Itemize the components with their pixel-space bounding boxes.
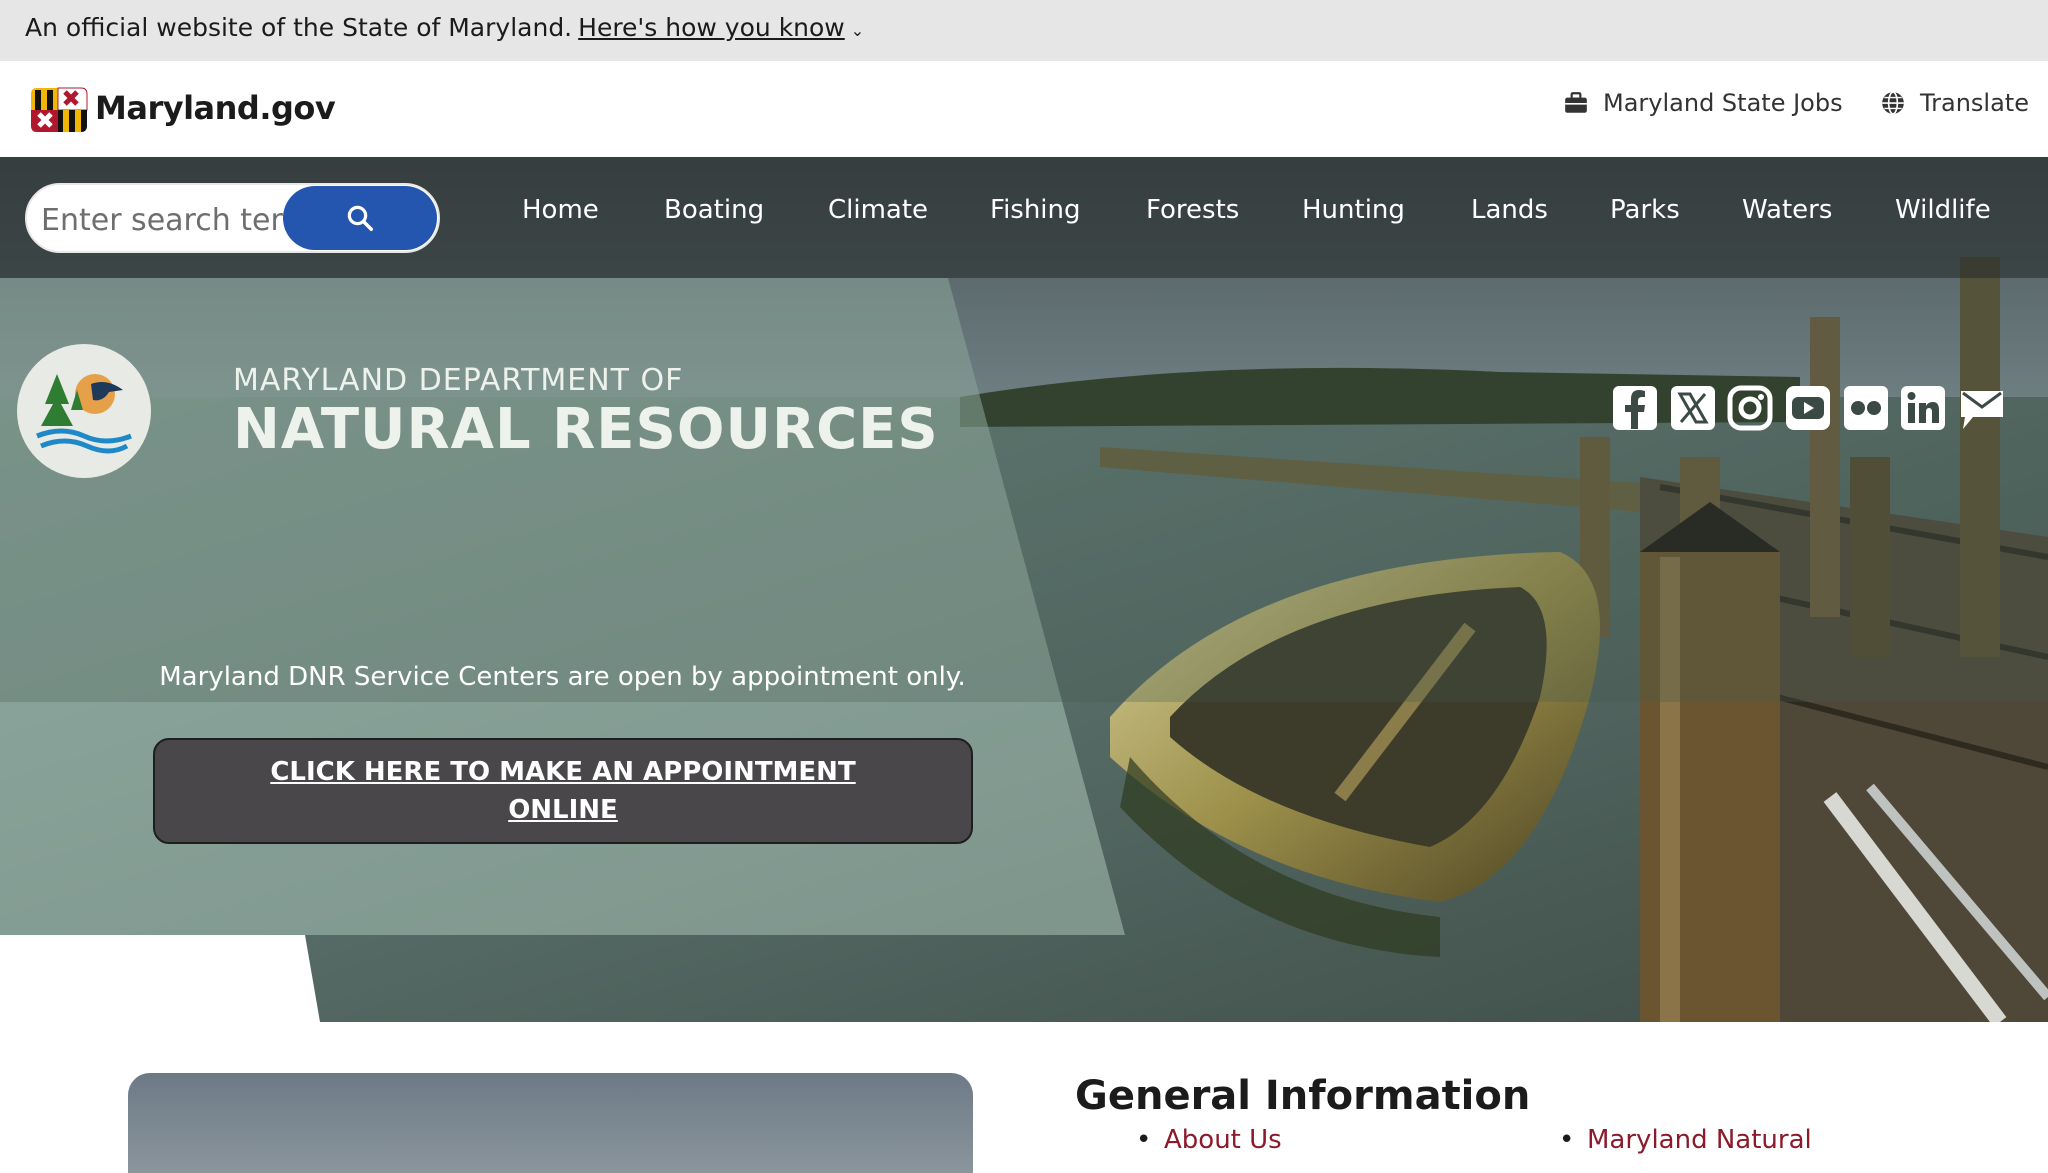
about-us-link[interactable]: About Us xyxy=(1136,1125,1282,1155)
agency-band-tint xyxy=(0,278,2048,702)
translate-label: Translate xyxy=(1920,89,2029,117)
general-info-heading: General Information xyxy=(1075,1073,1531,1119)
maryland-gov-wordmark[interactable]: Maryland.gov xyxy=(95,89,336,127)
nav-item-boating[interactable]: Boating xyxy=(664,195,764,225)
search-icon xyxy=(347,205,373,231)
official-banner-text: An official website of the State of Mary… xyxy=(25,13,864,42)
instagram-icon[interactable] xyxy=(1727,385,1773,431)
briefcase-icon xyxy=(1565,92,1587,113)
dnr-seal-logo[interactable] xyxy=(17,344,151,478)
maryland-flag-logo[interactable] xyxy=(25,86,91,134)
nav-item-parks[interactable]: Parks xyxy=(1610,195,1680,225)
feature-image-card[interactable] xyxy=(128,1073,973,1173)
state-header: Maryland.gov Maryland State Jobs Transla… xyxy=(0,61,2048,157)
flickr-icon[interactable] xyxy=(1843,385,1889,431)
search-input[interactable] xyxy=(39,197,305,243)
maryland-natural-link[interactable]: Maryland Natural xyxy=(1559,1125,1812,1155)
hero-section: Home Boating Climate Fishing Forests Hun… xyxy=(0,157,2048,1022)
dnr-seal-icon xyxy=(36,374,132,454)
nav-item-hunting[interactable]: Hunting xyxy=(1302,195,1405,225)
official-banner-label: An official website of the State of Mary… xyxy=(25,13,573,42)
make-appointment-label: CLICK HERE TO MAKE AN APPOINTMENT ONLINE xyxy=(270,757,856,825)
chevron-down-icon[interactable]: ⌄ xyxy=(851,21,864,40)
nav-item-climate[interactable]: Climate xyxy=(828,195,928,225)
state-jobs-label: Maryland State Jobs xyxy=(1603,89,1843,117)
search-box xyxy=(25,183,440,253)
agency-name-line1: MARYLAND DEPARTMENT OF xyxy=(233,363,684,398)
email-icon[interactable] xyxy=(1959,385,2005,431)
heres-how-you-know-link[interactable]: Here's how you know xyxy=(578,13,845,42)
nav-item-waters[interactable]: Waters xyxy=(1742,195,1832,225)
nav-item-lands[interactable]: Lands xyxy=(1471,195,1548,225)
nav-item-forests[interactable]: Forests xyxy=(1146,195,1239,225)
facebook-icon[interactable] xyxy=(1612,385,1658,431)
search-button[interactable] xyxy=(283,186,437,250)
globe-icon xyxy=(1882,91,1904,115)
make-appointment-button[interactable]: CLICK HERE TO MAKE AN APPOINTMENT ONLINE xyxy=(153,738,973,844)
x-icon[interactable] xyxy=(1670,385,1716,431)
youtube-icon[interactable] xyxy=(1785,385,1831,431)
nav-item-fishing[interactable]: Fishing xyxy=(990,195,1081,225)
state-jobs-link[interactable]: Maryland State Jobs xyxy=(1563,89,1843,117)
agency-band xyxy=(0,278,2048,702)
official-banner: An official website of the State of Mary… xyxy=(0,0,2048,61)
linkedin-icon[interactable] xyxy=(1900,385,1946,431)
nav-item-home[interactable]: Home xyxy=(522,195,599,225)
service-center-notice: Maryland DNR Service Centers are open by… xyxy=(159,662,966,692)
translate-link[interactable]: Translate xyxy=(1880,89,2029,117)
agency-name-line2[interactable]: NATURAL RESOURCES xyxy=(233,397,939,462)
nav-item-wildlife[interactable]: Wildlife xyxy=(1895,195,1991,225)
main-nav-bar: Home Boating Climate Fishing Forests Hun… xyxy=(0,157,2048,278)
